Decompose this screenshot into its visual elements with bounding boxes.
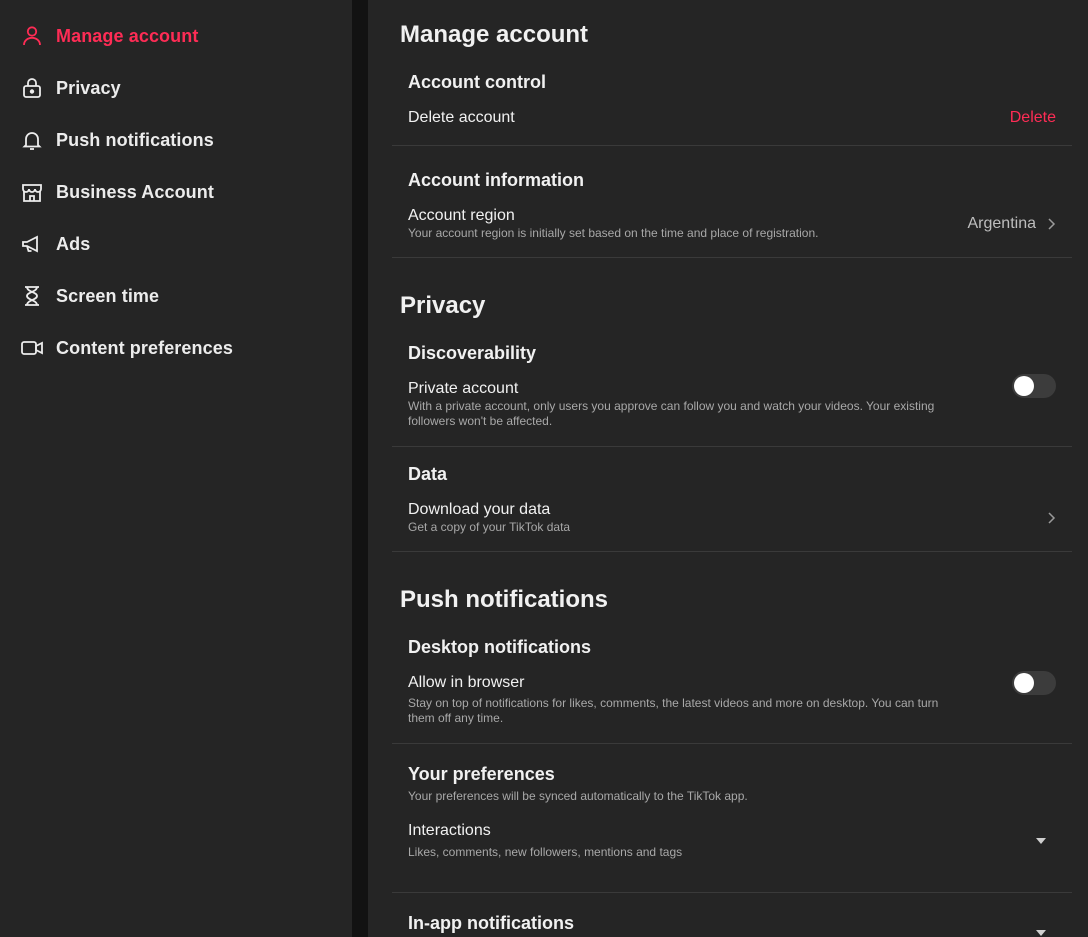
store-icon xyxy=(20,180,44,204)
sidebar-item-label: Push notifications xyxy=(56,129,214,150)
section-title-manage-account: Manage account xyxy=(400,21,589,48)
allow-in-browser-toggle[interactable] xyxy=(1012,671,1056,695)
allow-in-browser-label: Allow in browser xyxy=(408,674,525,691)
download-data-description: Get a copy of your TikTok data xyxy=(408,520,571,534)
settings-sidebar: Manage account Privacy Push notification… xyxy=(0,0,352,937)
row-divider xyxy=(392,892,1072,893)
interactions-expand-icon[interactable] xyxy=(1036,838,1046,844)
bell-icon xyxy=(20,128,44,152)
megaphone-icon xyxy=(20,232,44,256)
group-title-in-app-notifications: In-app notifications xyxy=(408,913,574,933)
sidebar-item-ads[interactable]: Ads xyxy=(20,228,340,260)
row-divider xyxy=(392,446,1072,447)
hourglass-icon xyxy=(20,284,44,308)
person-icon xyxy=(20,24,44,48)
sidebar-item-business-account[interactable]: Business Account xyxy=(20,176,340,208)
group-title-discoverability: Discoverability xyxy=(408,343,537,363)
group-title-account-information: Account information xyxy=(408,170,584,190)
account-region-label: Account region xyxy=(408,207,515,224)
row-divider xyxy=(392,257,1072,258)
chevron-right-icon[interactable] xyxy=(1044,217,1058,231)
account-region-description: Your account region is initially set bas… xyxy=(408,226,819,240)
sidebar-item-push-notifications[interactable]: Push notifications xyxy=(20,124,340,156)
row-divider xyxy=(392,551,1072,552)
private-account-label: Private account xyxy=(408,380,519,397)
group-title-your-preferences: Your preferences xyxy=(408,764,555,784)
sidebar-item-label: Content preferences xyxy=(56,337,233,358)
sidebar-divider xyxy=(352,0,368,937)
sidebar-item-label: Ads xyxy=(56,233,91,254)
group-title-account-control: Account control xyxy=(408,72,546,92)
group-title-desktop-notifications: Desktop notifications xyxy=(408,637,592,657)
delete-account-button[interactable]: Delete xyxy=(1010,109,1056,127)
download-data-label[interactable]: Download your data xyxy=(408,501,550,519)
private-account-description: With a private account, only users you a… xyxy=(408,399,935,428)
section-title-push-notifications: Push notifications xyxy=(400,586,609,613)
private-account-toggle[interactable] xyxy=(1012,374,1056,398)
chevron-right-icon[interactable] xyxy=(1044,511,1058,525)
allow-in-browser-description: Stay on top of notifications for likes, … xyxy=(408,696,939,725)
toggle-knob xyxy=(1014,376,1034,396)
sidebar-item-label: Privacy xyxy=(56,77,121,98)
account-region-value[interactable]: Argentina xyxy=(968,215,1037,233)
settings-content: Manage account Account control Delete ac… xyxy=(368,0,1088,937)
sidebar-item-label: Screen time xyxy=(56,285,160,306)
lock-icon xyxy=(20,76,44,100)
sidebar-item-label: Business Account xyxy=(56,181,214,202)
preferences-description: Your preferences will be synced automati… xyxy=(408,789,748,803)
sidebar-item-content-preferences[interactable]: Content preferences xyxy=(20,332,340,364)
interactions-description: Likes, comments, new followers, mentions… xyxy=(408,845,683,859)
sidebar-item-privacy[interactable]: Privacy xyxy=(20,72,340,104)
sidebar-item-manage-account[interactable]: Manage account xyxy=(20,20,340,52)
interactions-label[interactable]: Interactions xyxy=(408,822,491,840)
delete-account-label: Delete account xyxy=(408,109,515,126)
row-divider xyxy=(392,145,1072,146)
sidebar-item-label: Manage account xyxy=(56,25,199,46)
video-camera-icon xyxy=(20,336,44,360)
group-title-data: Data xyxy=(408,464,448,484)
row-divider xyxy=(392,743,1072,744)
toggle-knob xyxy=(1014,673,1034,693)
sidebar-item-screen-time[interactable]: Screen time xyxy=(20,280,340,312)
in-app-expand-icon[interactable] xyxy=(1036,930,1046,936)
section-title-privacy: Privacy xyxy=(400,292,486,319)
